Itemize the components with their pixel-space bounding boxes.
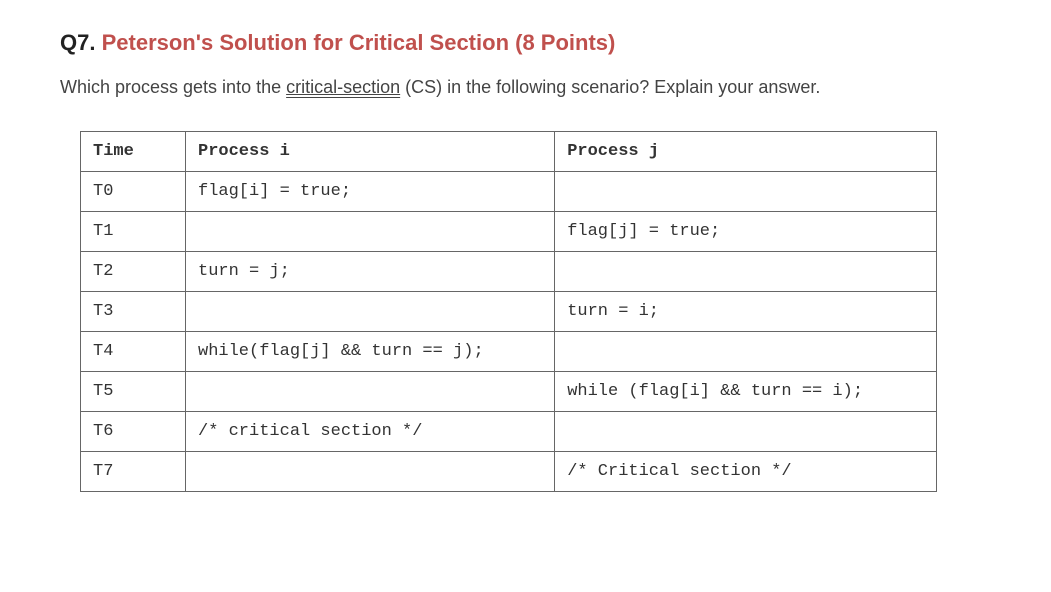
critical-section-term: critical-section [286,77,400,97]
cell-proc-i [186,372,555,412]
table-row: T1 flag[j] = true; [81,212,937,252]
cell-proc-j [555,412,936,452]
cell-proc-i [186,212,555,252]
cell-proc-i [186,452,555,492]
table-row: T2 turn = j; [81,252,937,292]
cell-proc-j [555,332,936,372]
cell-proc-j: while (flag[i] && turn == i); [555,372,936,412]
cell-proc-j: turn = i; [555,292,936,332]
table-row: T6 /* critical section */ [81,412,937,452]
question-header: Q7. Peterson's Solution for Critical Sec… [60,30,991,56]
cell-proc-j [555,172,936,212]
question-body: Which process gets into the critical-sec… [60,74,991,101]
cell-time: T2 [81,252,186,292]
question-title: Peterson's Solution for Critical Section… [102,30,616,55]
cell-proc-j: /* Critical section */ [555,452,936,492]
table-header-row: Time Process i Process j [81,132,937,172]
cell-time: T6 [81,412,186,452]
cell-time: T1 [81,212,186,252]
cell-proc-i: turn = j; [186,252,555,292]
cell-time: T5 [81,372,186,412]
cell-proc-i [186,292,555,332]
table-row: T5 while (flag[i] && turn == i); [81,372,937,412]
body-post: (CS) in the following scenario? Explain … [400,77,820,97]
header-process-i: Process i [186,132,555,172]
header-process-j: Process j [555,132,936,172]
table-row: T7 /* Critical section */ [81,452,937,492]
cell-proc-i: flag[i] = true; [186,172,555,212]
cell-proc-i: while(flag[j] && turn == j); [186,332,555,372]
table-row: T0 flag[i] = true; [81,172,937,212]
table-row: T3 turn = i; [81,292,937,332]
cell-time: T4 [81,332,186,372]
cell-time: T3 [81,292,186,332]
question-number: Q7. [60,30,95,55]
scenario-table: Time Process i Process j T0 flag[i] = tr… [80,131,937,492]
cell-proc-j: flag[j] = true; [555,212,936,252]
cell-time: T7 [81,452,186,492]
cell-proc-i: /* critical section */ [186,412,555,452]
cell-proc-j [555,252,936,292]
table-row: T4 while(flag[j] && turn == j); [81,332,937,372]
header-time: Time [81,132,186,172]
cell-time: T0 [81,172,186,212]
body-pre: Which process gets into the [60,77,286,97]
